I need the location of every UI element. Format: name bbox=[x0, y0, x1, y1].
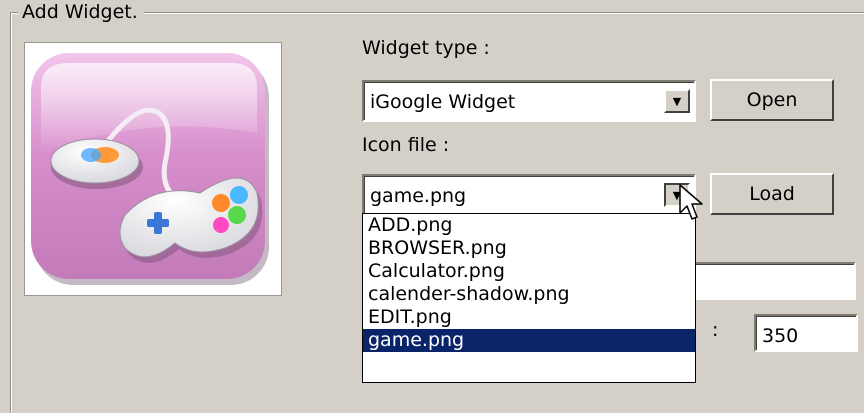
dropdown-option[interactable]: EDIT.png bbox=[363, 306, 695, 329]
size-field[interactable]: 350 bbox=[754, 314, 858, 352]
open-button[interactable]: Open bbox=[710, 79, 834, 121]
dropdown-option[interactable]: ADD.png bbox=[363, 214, 695, 237]
widget-type-label: Widget type : bbox=[362, 37, 490, 59]
icon-file-select[interactable]: game.png ▼ bbox=[362, 174, 696, 216]
icon-file-value: game.png bbox=[370, 185, 467, 207]
widget-type-select[interactable]: iGoogle Widget ▼ bbox=[362, 80, 696, 122]
gamepad-icon bbox=[31, 53, 269, 285]
field-colon-label: : bbox=[712, 319, 719, 341]
icon-preview bbox=[24, 42, 282, 296]
groupbox-title: Add Widget. bbox=[18, 0, 144, 24]
mouse-cursor-icon bbox=[679, 184, 703, 220]
icon-file-dropdown-list[interactable]: ADD.png BROWSER.png Calculator.png calen… bbox=[362, 213, 696, 383]
dropdown-option[interactable]: calender-shadow.png bbox=[363, 283, 695, 306]
size-field-value: 350 bbox=[762, 325, 799, 347]
load-button[interactable]: Load bbox=[710, 173, 834, 215]
widget-type-value: iGoogle Widget bbox=[370, 91, 516, 113]
widget-type-dropdown-button[interactable]: ▼ bbox=[664, 89, 690, 113]
dropdown-option-selected[interactable]: game.png bbox=[363, 329, 695, 352]
icon-file-label: Icon file : bbox=[362, 134, 450, 156]
hidden-text-field[interactable] bbox=[690, 262, 856, 300]
dropdown-option[interactable]: Calculator.png bbox=[363, 260, 695, 283]
dropdown-option[interactable]: BROWSER.png bbox=[363, 237, 695, 260]
chevron-down-icon: ▼ bbox=[672, 94, 682, 108]
